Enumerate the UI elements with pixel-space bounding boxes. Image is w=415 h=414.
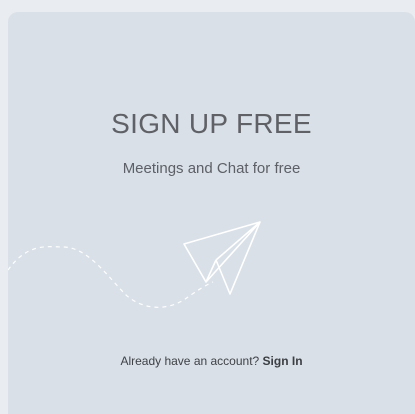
sign-in-link[interactable]: Sign In [263,354,303,368]
signin-prompt: Already have an account? Sign In [8,354,415,368]
signin-prompt-text: Already have an account? [120,354,260,368]
signup-card[interactable]: SIGN UP FREE Meetings and Chat for free … [8,12,415,414]
flight-path-dashed-line [8,246,214,308]
signup-subtitle: Meetings and Chat for free [122,160,301,177]
paper-plane-illustration [8,221,261,308]
paper-plane-icon [183,221,261,295]
signup-title: SIGN UP FREE [111,108,312,139]
